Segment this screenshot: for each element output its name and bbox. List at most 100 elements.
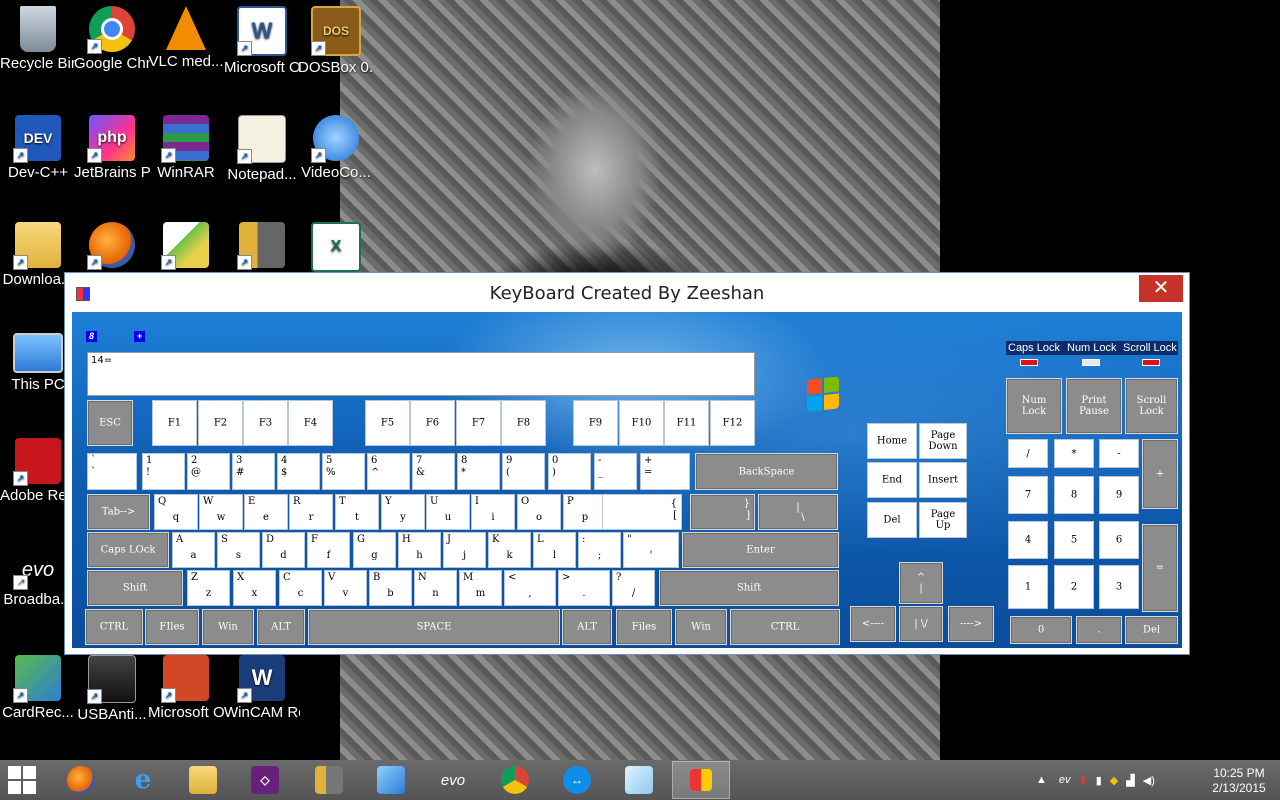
key-numpad-divide[interactable]: /	[1008, 439, 1048, 468]
key-4[interactable]: 4 $	[277, 453, 320, 490]
key-numpad-0[interactable]: 0	[1010, 616, 1072, 644]
taskbar-keyboard-app[interactable]	[672, 761, 730, 799]
key-plus[interactable]: + =	[640, 453, 690, 490]
desktop-icon-notepad[interactable]: ↗ Notepad...	[224, 115, 300, 185]
taskbar-tools[interactable]	[300, 761, 358, 799]
desktop-icon-ms-office-word[interactable]: W↗ Microsoft Office ...	[224, 6, 300, 78]
key-tab[interactable]: Tab-->	[87, 494, 150, 530]
key-f2[interactable]: F2	[198, 400, 243, 446]
key-open-bracket[interactable]: {[	[602, 494, 682, 530]
key-o[interactable]: Oo	[517, 494, 561, 530]
key-numpad-5[interactable]: 5	[1054, 521, 1094, 559]
key-caps-lock[interactable]: Caps LOck	[87, 532, 169, 568]
key-0[interactable]: 0)	[548, 453, 591, 490]
desktop-icon-paint[interactable]: ↗	[148, 222, 224, 270]
taskbar-chrome[interactable]	[486, 761, 544, 799]
key-d[interactable]: Dd	[262, 532, 305, 568]
key-q[interactable]: Qq	[154, 494, 198, 530]
desktop-icon-recycle-bin[interactable]: Recycle Bin	[0, 6, 76, 74]
key-insert[interactable]: Insert	[919, 462, 967, 498]
tray-volume-icon[interactable]: ◀)	[1143, 774, 1155, 787]
key-end[interactable]: End	[867, 462, 917, 498]
key-numpad-1[interactable]: 1	[1008, 565, 1048, 609]
key-6[interactable]: 6 ^	[367, 453, 410, 490]
key-r[interactable]: Rr	[289, 494, 333, 530]
key-2[interactable]: 2 @	[187, 453, 230, 490]
key-n[interactable]: Nn	[414, 570, 457, 606]
key-numpad-add[interactable]: +	[1142, 439, 1178, 509]
desktop-icon-dosbox[interactable]: DOS↗ DOSBox 0.74	[298, 6, 374, 78]
key-y[interactable]: Yy	[381, 494, 425, 530]
key-b[interactable]: Bb	[369, 570, 412, 606]
desktop-icon-cardrecovery[interactable]: ↗ CardRec...	[0, 655, 76, 723]
key-1[interactable]: 1!	[142, 453, 185, 490]
key-alt-right[interactable]: ALT	[562, 609, 612, 645]
key-ctrl-left[interactable]: CTRL	[85, 609, 143, 645]
key-comma[interactable]: <,	[504, 570, 556, 606]
key-8[interactable]: 8 *	[457, 453, 500, 490]
key-h[interactable]: Hh	[398, 532, 441, 568]
desktop-icon-wincam[interactable]: W↗ WinCAM Recorder	[224, 655, 300, 723]
key-3[interactable]: 3 #	[232, 453, 275, 490]
key-shift-right[interactable]: Shift	[659, 570, 839, 606]
tray-overflow-icon[interactable]: ▲	[1036, 774, 1047, 786]
taskbar-clock[interactable]: 10:25 PM 2/13/2015	[1204, 766, 1274, 796]
key-7[interactable]: 7 &	[412, 453, 455, 490]
key-w[interactable]: Ww	[199, 494, 243, 530]
key-slash[interactable]: ? /	[612, 570, 655, 606]
key-f4[interactable]: F4	[288, 400, 333, 446]
key-9[interactable]: 9(	[502, 453, 545, 490]
key-semicolon[interactable]: :;	[578, 532, 621, 568]
key-numpad-del[interactable]: Del	[1125, 616, 1178, 644]
key-f10[interactable]: F10	[619, 400, 664, 446]
taskbar-visual-studio[interactable]: ◇	[236, 761, 294, 799]
key-numpad-dot[interactable]: .	[1076, 616, 1122, 644]
key-numpad-7[interactable]: 7	[1008, 476, 1048, 514]
key-t[interactable]: Tt	[335, 494, 379, 530]
desktop-icon-phpstorm[interactable]: php↗ JetBrains PhpStor...	[74, 115, 150, 183]
key-m[interactable]: Mm	[459, 570, 502, 606]
key-win-right[interactable]: Win	[675, 609, 727, 645]
desktop-icon-videoconverter[interactable]: ↗ VideoCo...	[298, 115, 374, 183]
key-f5[interactable]: F5	[365, 400, 410, 446]
title-bar[interactable]: KeyBoard Created By Zeeshan ✕	[65, 273, 1189, 311]
key-esc[interactable]: ESC	[87, 400, 133, 446]
close-button[interactable]: ✕	[1139, 275, 1183, 302]
key-page-up[interactable]: Page Up	[919, 502, 967, 538]
key-shift-left[interactable]: Shift	[87, 570, 183, 606]
key-backtick[interactable]: ` `	[87, 453, 137, 490]
key-home[interactable]: Home	[867, 423, 917, 459]
taskbar-file-explorer[interactable]	[174, 761, 232, 799]
key-5[interactable]: 5%	[322, 453, 365, 490]
desktop-icon-firefox[interactable]: ↗	[74, 222, 150, 270]
key-numpad-subtract[interactable]: -	[1099, 439, 1139, 468]
key-arrow-left[interactable]: <----	[850, 606, 896, 642]
key-files-left[interactable]: FIles	[145, 609, 199, 645]
key-delete[interactable]: Del	[867, 502, 917, 538]
desktop-icon-google-chrome[interactable]: ↗ Google Chrome	[74, 6, 150, 74]
key-print-pause[interactable]: Print Pause	[1066, 378, 1122, 434]
key-numpad-8[interactable]: 8	[1054, 476, 1094, 514]
key-close-bracket[interactable]: }]	[690, 494, 755, 530]
tray-usb-icon[interactable]: ⬆	[1079, 774, 1088, 787]
taskbar-firefox[interactable]	[52, 761, 110, 799]
key-f6[interactable]: F6	[410, 400, 455, 446]
desktop-icon-usb-antivirus[interactable]: ↗ USBAnti...	[74, 655, 150, 725]
key-e[interactable]: Ee	[244, 494, 288, 530]
key-space[interactable]: SPACE	[308, 609, 560, 645]
key-num-lock[interactable]: Num Lock	[1006, 378, 1062, 434]
tray-shield-icon[interactable]: ◆	[1110, 774, 1118, 787]
key-arrow-down[interactable]: | \/	[899, 606, 943, 642]
key-enter[interactable]: Enter	[682, 532, 839, 568]
key-quote[interactable]: " '	[623, 532, 679, 568]
taskbar-internet-explorer[interactable]: e	[114, 761, 172, 799]
key-k[interactable]: Kk	[488, 532, 531, 568]
key-v[interactable]: Vv	[324, 570, 367, 606]
key-f7[interactable]: F7	[456, 400, 501, 446]
key-g[interactable]: Gg	[353, 532, 396, 568]
key-period[interactable]: >.	[558, 570, 610, 606]
tray-evo-icon[interactable]: ev	[1059, 774, 1071, 786]
desktop-icon-winrar[interactable]: ↗ WinRAR	[148, 115, 224, 183]
key-ctrl-right[interactable]: CTRL	[730, 609, 840, 645]
taskbar-evo[interactable]: evo	[424, 761, 482, 799]
